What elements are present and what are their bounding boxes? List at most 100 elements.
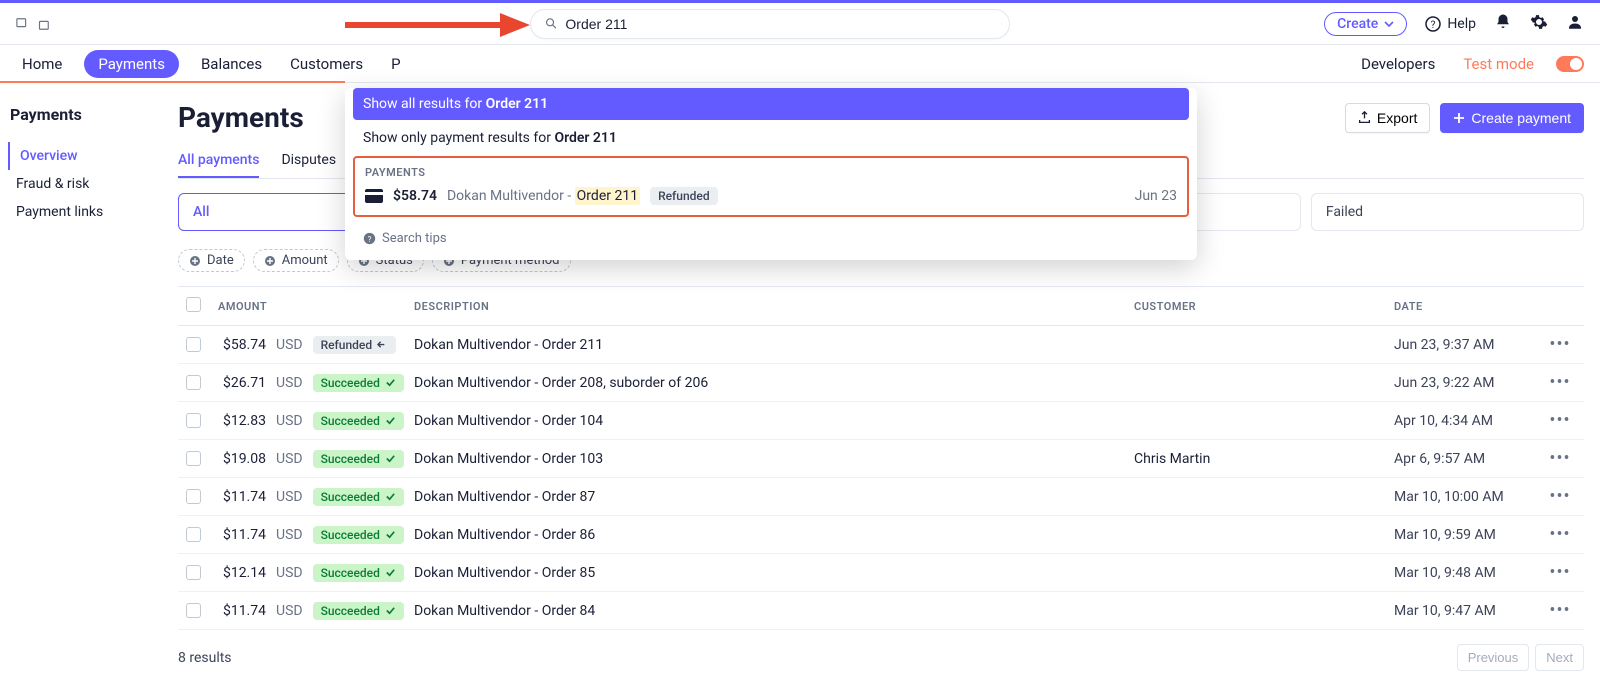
tab-all-payments[interactable]: All payments [178, 152, 259, 178]
create-payment-button[interactable]: Create payment [1440, 103, 1584, 133]
row-actions[interactable]: ••• [1544, 600, 1576, 621]
table-row[interactable]: $11.74USDSucceeded Dokan Multivendor - O… [178, 478, 1584, 516]
row-amount: $12.83 [214, 413, 266, 429]
row-actions[interactable]: ••• [1544, 372, 1576, 393]
table-header: AMOUNT DESCRIPTION CUSTOMER DATE [178, 286, 1584, 326]
search-tips[interactable]: ? Search tips [345, 225, 1197, 252]
sidebar-item-payment-links[interactable]: Payment links [8, 198, 162, 226]
results-count: 8 results [178, 650, 232, 666]
topbar: Create ? Help [0, 3, 1600, 45]
row-checkbox[interactable] [186, 413, 201, 428]
create-button[interactable]: Create [1324, 12, 1407, 36]
th-description: DESCRIPTION [414, 300, 1134, 313]
row-actions[interactable]: ••• [1544, 410, 1576, 431]
help-icon: ? [1425, 16, 1441, 32]
check-icon [385, 529, 396, 540]
th-amount: AMOUNT [214, 300, 414, 313]
check-icon [385, 453, 396, 464]
row-date: Mar 10, 10:00 AM [1394, 489, 1544, 505]
table-row[interactable]: $58.74USDRefunded Dokan Multivendor - Or… [178, 326, 1584, 364]
svg-text:?: ? [1431, 20, 1436, 31]
chevron-down-icon [1384, 19, 1394, 29]
table-row[interactable]: $11.74USDSucceeded Dokan Multivendor - O… [178, 516, 1584, 554]
result-desc-highlight: Order 211 [575, 187, 640, 205]
nav-payments[interactable]: Payments [84, 50, 179, 78]
row-checkbox[interactable] [186, 451, 201, 466]
chip-date[interactable]: Date [178, 249, 245, 272]
topbar-right: Create ? Help [1324, 12, 1584, 36]
bell-icon [1494, 13, 1512, 31]
row-actions[interactable]: ••• [1544, 486, 1576, 507]
sidebar-item-fraud[interactable]: Fraud & risk [8, 170, 162, 198]
plus-icon [1453, 112, 1465, 124]
row-amount: $26.71 [214, 375, 266, 391]
nav-balances[interactable]: Balances [195, 51, 268, 77]
row-description: Dokan Multivendor - Order 86 [414, 527, 1134, 543]
row-checkbox[interactable] [186, 375, 201, 390]
person-icon [1566, 13, 1584, 31]
tab-disputes[interactable]: Disputes [281, 152, 336, 178]
row-amount: $12.14 [214, 565, 266, 581]
nav-truncated[interactable]: P [385, 51, 406, 77]
settings-button[interactable] [1530, 13, 1548, 35]
check-icon [385, 491, 396, 502]
row-date: Mar 10, 9:59 AM [1394, 527, 1544, 543]
table-row[interactable]: $12.14USDSucceeded Dokan Multivendor - O… [178, 554, 1584, 592]
help-link[interactable]: ? Help [1425, 16, 1476, 32]
test-mode-toggle[interactable] [1556, 56, 1584, 72]
row-actions[interactable]: ••• [1544, 562, 1576, 583]
svg-text:?: ? [368, 234, 372, 244]
sidebar-item-overview[interactable]: Overview [8, 142, 162, 170]
status-badge: Succeeded [313, 526, 404, 544]
table-row[interactable]: $26.71 USD Succeeded Dokan Multivendor - O… [178, 364, 1584, 402]
status-badge: Refunded [313, 336, 397, 354]
chip-amount[interactable]: Amount [253, 249, 339, 272]
row-checkbox[interactable] [186, 337, 201, 352]
table-row[interactable]: $11.74USDSucceeded Dokan Multivendor - O… [178, 592, 1584, 630]
search-box[interactable] [530, 9, 1010, 39]
status-badge: Succeeded [313, 374, 404, 392]
export-button[interactable]: Export [1345, 103, 1430, 133]
result-desc-prefix: Dokan Multivendor - [447, 188, 575, 204]
row-checkbox[interactable] [186, 527, 201, 542]
nav-home[interactable]: Home [16, 51, 68, 77]
row-currency: USD [276, 603, 303, 619]
search-show-only-payments[interactable]: Show only payment results for Order 211 [345, 120, 1197, 156]
th-customer: CUSTOMER [1134, 300, 1394, 313]
table-row[interactable]: $12.83USDSucceeded Dokan Multivendor - O… [178, 402, 1584, 440]
row-currency: USD [276, 375, 303, 391]
next-button[interactable]: Next [1535, 644, 1584, 671]
search-show-all[interactable]: Show all results for Order 211 [353, 88, 1189, 120]
search-dropdown: Show all results for Order 211 Show only… [345, 88, 1197, 260]
row-amount: $58.74 [214, 337, 266, 353]
row-description: Dokan Multivendor - Order 208, suborder … [414, 375, 1134, 391]
row-description: Dokan Multivendor - Order 104 [414, 413, 1134, 429]
nav-left: Home Payments Balances Customers P [16, 50, 407, 78]
row-description: Dokan Multivendor - Order 85 [414, 565, 1134, 581]
nav-customers[interactable]: Customers [284, 51, 369, 77]
search-result-item[interactable]: $58.74 Dokan Multivendor - Order 211 Ref… [365, 187, 1177, 205]
payments-table: AMOUNT DESCRIPTION CUSTOMER DATE $58.74U… [178, 286, 1584, 630]
row-actions[interactable]: ••• [1544, 448, 1576, 469]
search-show-all-prefix: Show all results for [363, 96, 486, 112]
annotation-arrow-icon [345, 9, 530, 41]
table-row[interactable]: $19.08USDSucceeded Dokan Multivendor - O… [178, 440, 1584, 478]
notifications-button[interactable] [1494, 13, 1512, 35]
status-badge: Succeeded [313, 564, 404, 582]
row-actions[interactable]: ••• [1544, 524, 1576, 545]
row-description: Dokan Multivendor - Order 87 [414, 489, 1134, 505]
search-icon [545, 17, 557, 30]
nav-developers[interactable]: Developers [1355, 51, 1441, 77]
row-checkbox[interactable] [186, 603, 201, 618]
account-button[interactable] [1566, 13, 1584, 35]
row-checkbox[interactable] [186, 489, 201, 504]
row-checkbox[interactable] [186, 565, 201, 580]
check-icon [385, 605, 396, 616]
filter-card-failed[interactable]: Failed [1311, 193, 1584, 231]
row-actions[interactable]: ••• [1544, 334, 1576, 355]
previous-button[interactable]: Previous [1457, 644, 1530, 671]
search-input[interactable] [565, 16, 995, 32]
row-currency: USD [276, 527, 303, 543]
navbar: Home Payments Balances Customers P Devel… [0, 45, 1600, 83]
select-all-checkbox[interactable] [186, 297, 201, 312]
